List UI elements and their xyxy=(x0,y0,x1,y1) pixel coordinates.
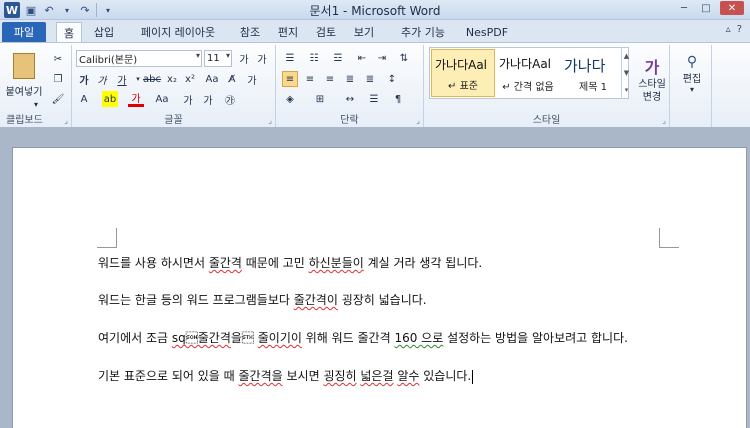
editing-dropdown-icon: ▾ xyxy=(689,85,694,94)
distributed-icon[interactable]: ≣ xyxy=(362,71,378,87)
enclose-char-icon[interactable]: ㉮ xyxy=(222,91,238,107)
sort-icon[interactable]: ⇅ xyxy=(396,50,412,66)
grow-font-icon[interactable]: 가 xyxy=(236,50,252,66)
document-area: 워드를 사용 하시면서 줄간격 때문에 고민 하신분들이 계실 거라 생각 됩니… xyxy=(0,128,750,428)
strikethrough-icon[interactable]: abc xyxy=(143,71,161,87)
font-name-value: Calibri(본문) xyxy=(79,55,138,66)
paragraph-1[interactable]: 워드를 사용 하시면서 줄간격 때문에 고민 하신분들이 계실 거라 생각 됩니… xyxy=(98,254,482,271)
italic-icon[interactable]: 가 xyxy=(94,71,110,87)
paragraph-2[interactable]: 워드는 한글 등의 워드 프로그램들보다 줄간격이 굉장히 넓습니다. xyxy=(98,291,427,308)
tab-references[interactable]: 참조 xyxy=(232,22,268,42)
editing-button[interactable]: ⚲ 편집 ▾ xyxy=(676,49,708,99)
close-icon[interactable]: ✕ xyxy=(720,1,744,15)
font-size-value: 11 xyxy=(207,53,220,64)
font-size-aa-icon[interactable]: Aa xyxy=(154,91,170,107)
highlight-icon[interactable]: ab xyxy=(102,91,118,107)
tab-nespdf[interactable]: NesPDF xyxy=(460,22,514,42)
styles-group-label: 스타일 xyxy=(532,115,561,126)
paragraph-4[interactable]: 기본 표준으로 되어 있을 때 줄간격을 보시면 굉징히 넓은걸 알수 있습니다… xyxy=(98,367,474,384)
paste-dropdown-icon[interactable]: ▾ xyxy=(30,99,42,109)
clear-formatting-icon[interactable]: A̸ xyxy=(224,71,240,87)
minimize-icon[interactable]: ─ xyxy=(676,1,692,15)
tab-page-layout[interactable]: 페이지 레이아웃 xyxy=(126,22,230,42)
clipboard-group-label: 클립보드 xyxy=(6,115,43,126)
clipboard-launcher-icon[interactable]: ⌟ xyxy=(64,116,68,125)
shrink-font-icon[interactable]: 가 xyxy=(254,50,270,66)
window-controls: ─ □ ✕ xyxy=(676,1,744,15)
change-styles-button[interactable]: 가 스타일 변경 xyxy=(634,47,670,111)
align-center-icon[interactable]: ≡ xyxy=(302,71,318,87)
decrease-indent-icon[interactable]: ⇤ xyxy=(354,50,370,66)
text-effects-icon[interactable]: A xyxy=(76,91,92,107)
align-left-icon[interactable]: ≡ xyxy=(282,71,298,87)
superscript-icon[interactable]: x² xyxy=(182,71,198,87)
font-launcher-icon[interactable]: ⌟ xyxy=(268,116,272,125)
font-name-combo[interactable]: Calibri(본문) ▾ xyxy=(76,50,202,67)
tab-mailings[interactable]: 편지 xyxy=(270,22,306,42)
tab-insert[interactable]: 삽입 xyxy=(86,22,122,42)
phonetic-guide-icon[interactable]: 가 xyxy=(244,71,260,87)
window-title: 문서1 - Microsoft Word xyxy=(309,4,441,18)
paragraph-group-label: 단락 xyxy=(340,115,359,126)
tab-home[interactable]: 홈 xyxy=(56,22,82,42)
borders-icon[interactable]: ⊞ xyxy=(312,91,328,107)
tab-file[interactable]: 파일 xyxy=(2,22,46,42)
bold-icon[interactable]: 가 xyxy=(76,71,92,87)
document-page[interactable]: 워드를 사용 하시면서 줄간격 때문에 고민 하신분들이 계실 거라 생각 됩니… xyxy=(12,147,747,428)
change-case-icon[interactable]: Aa xyxy=(204,71,220,87)
line-spacing-icon[interactable]: ↕ xyxy=(384,71,400,87)
tab-review[interactable]: 검토 xyxy=(308,22,344,42)
paste-button[interactable]: 붙여넣기 xyxy=(4,49,44,101)
paste-label: 붙여넣기 xyxy=(5,86,43,98)
paste-icon xyxy=(13,52,35,79)
paragraph-spacing-icon[interactable]: ☰ xyxy=(366,91,382,107)
editing-label: 편집 xyxy=(682,74,702,85)
crop-mark-top-right xyxy=(659,228,679,248)
subscript-icon[interactable]: x₂ xyxy=(164,71,180,87)
format-painter-icon[interactable]: 🖌 xyxy=(50,91,66,107)
tab-add-ins[interactable]: 추가 기능 xyxy=(390,22,456,42)
copy-icon[interactable]: ❐ xyxy=(50,71,66,87)
editing-group: ⚲ 편집 ▾ xyxy=(672,45,712,127)
font-color-icon[interactable]: 가 xyxy=(128,91,144,107)
ribbon-tabs: 파일 홈 삽입 페이지 레이아웃 참조 편지 검토 보기 추가 기능 NesPD… xyxy=(0,20,750,42)
tab-view[interactable]: 보기 xyxy=(346,22,382,42)
minimize-ribbon-icon[interactable]: ▵ xyxy=(726,24,731,35)
cut-icon[interactable]: ✂ xyxy=(50,51,66,67)
bullets-icon[interactable]: ☰ xyxy=(282,50,298,66)
text-caret xyxy=(472,369,474,384)
increase-indent-icon[interactable]: ⇥ xyxy=(374,50,390,66)
numbering-icon[interactable]: ☷ xyxy=(306,50,322,66)
styles-launcher-icon[interactable]: ⌟ xyxy=(662,116,666,125)
help-icon[interactable]: ? xyxy=(737,24,742,35)
font-group: Calibri(본문) ▾ 11 ▾ 가 가 가 가 가 ▾ abc x₂ x²… xyxy=(72,45,276,127)
paragraph-3[interactable]: 여기에서 조금 sq줄간격을 줄이기이 위해 워드 줄간격 160 으로 설… xyxy=(98,329,628,346)
shading-icon[interactable]: ◈ xyxy=(282,91,298,107)
font-size-combo[interactable]: 11 ▾ xyxy=(204,50,232,67)
change-styles-icon: 가 xyxy=(644,58,660,77)
justify-icon[interactable]: ≣ xyxy=(342,71,358,87)
ribbon: 붙여넣기 ▾ ✂ ❐ 🖌 클립보드 ⌟ Calibri(본문) ▾ 11 ▾ 가… xyxy=(0,42,750,128)
show-marks-icon[interactable]: ¶ xyxy=(390,91,406,107)
paragraph-launcher-icon[interactable]: ⌟ xyxy=(416,116,420,125)
clipboard-group: 붙여넣기 ▾ ✂ ❐ 🖌 클립보드 ⌟ xyxy=(0,45,72,127)
align-right-icon[interactable]: ≡ xyxy=(322,71,338,87)
paragraph-group: ☰ ☷ ☲ ⇤ ⇥ ⇅ ≡ ≡ ≡ ≣ ≣ ↕ ◈ ⊞ ↔ ☰ ¶ 단락 ⌟ xyxy=(276,45,424,127)
tab-right-icons: ▵ ? xyxy=(726,24,742,35)
title-bar: W ▣ ↶ ▾ ↷ ▾ 문서1 - Microsoft Word ─ □ ✕ xyxy=(0,0,750,20)
asian-layout-icon[interactable]: ↔ xyxy=(342,91,358,107)
change-styles-label: 스타일 변경 xyxy=(638,79,666,103)
underline-icon[interactable]: 가 xyxy=(114,71,130,87)
font-group-label: 글꼴 xyxy=(164,115,183,126)
font-name-dropdown-icon[interactable]: ▾ xyxy=(196,51,200,60)
maximize-icon[interactable]: □ xyxy=(698,1,714,15)
crop-mark-top-left xyxy=(97,228,117,248)
font-size-dropdown-icon[interactable]: ▾ xyxy=(226,51,230,60)
binoculars-icon: ⚲ xyxy=(686,54,698,70)
char-shading-icon[interactable]: 가 xyxy=(180,91,196,107)
char-border-icon[interactable]: 가 xyxy=(200,91,216,107)
multilevel-list-icon[interactable]: ☲ xyxy=(330,50,346,66)
